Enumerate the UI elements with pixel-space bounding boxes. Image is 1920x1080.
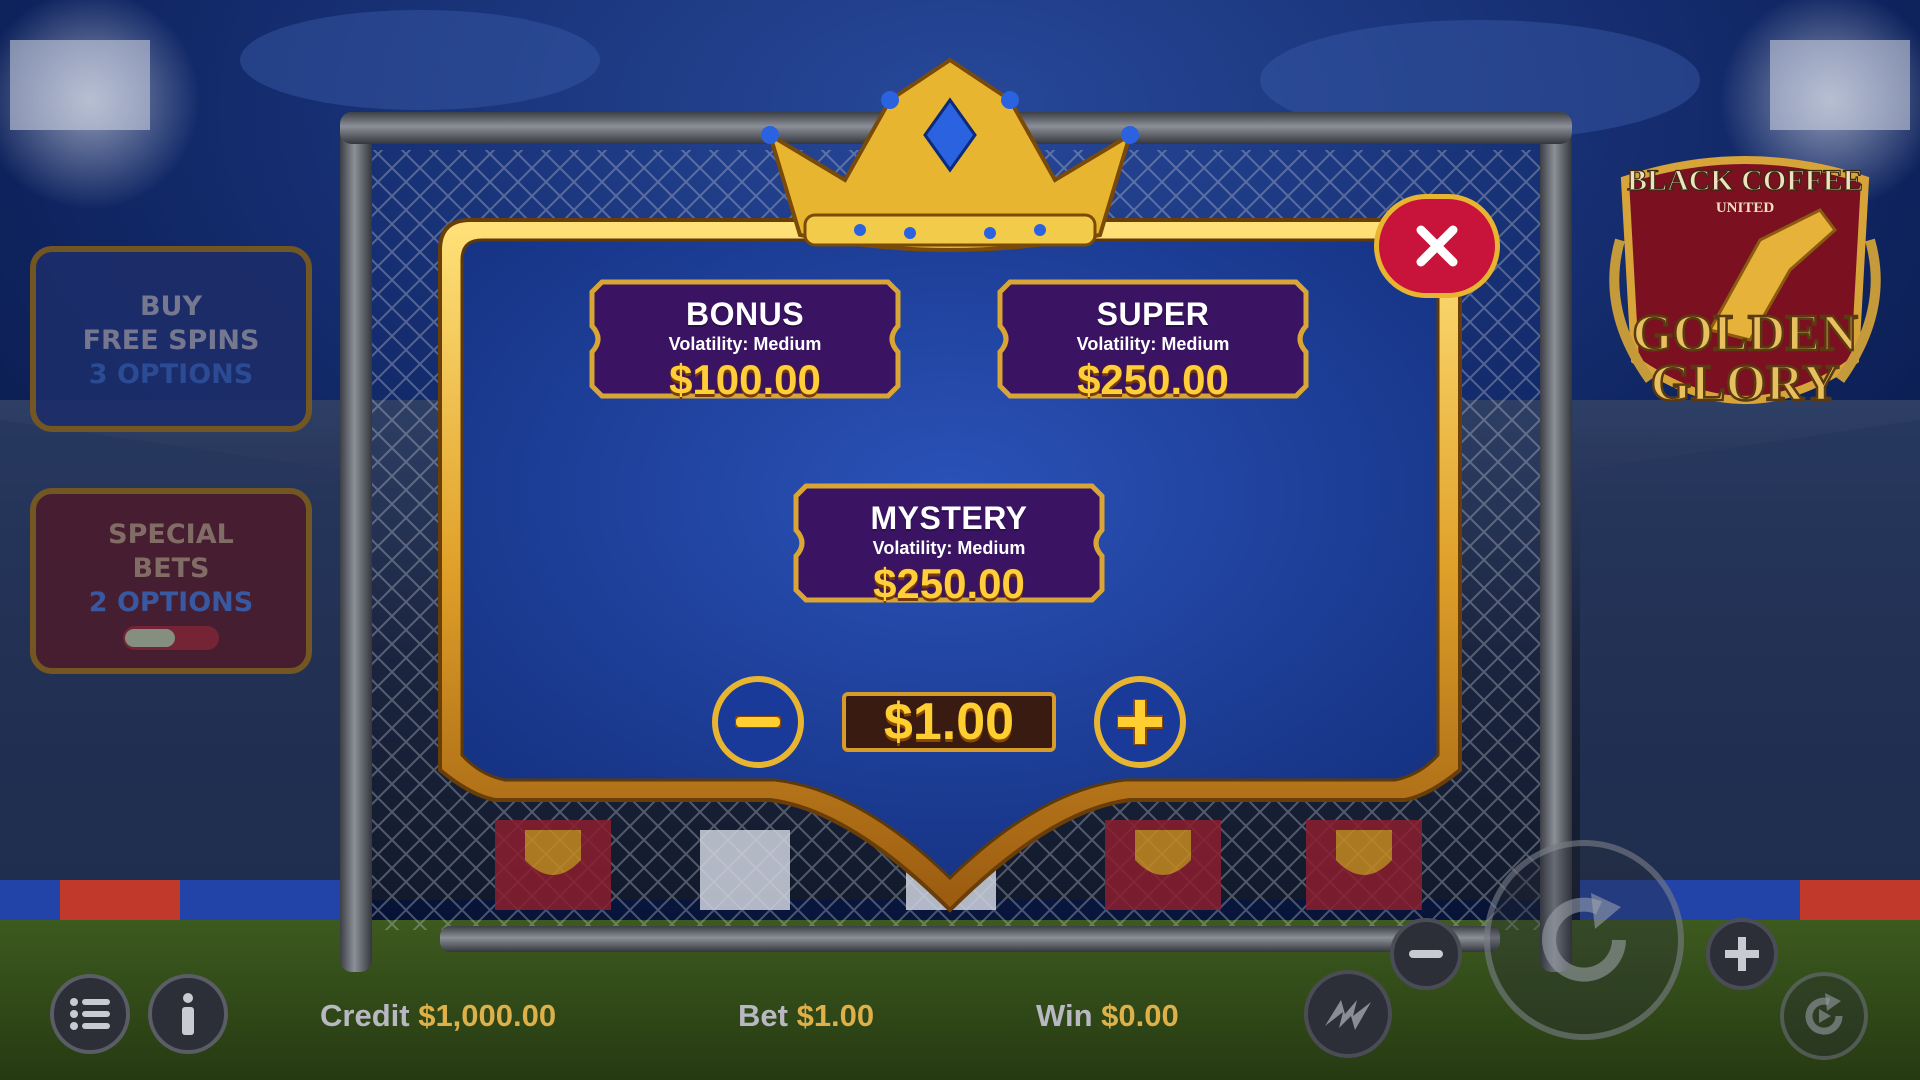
buy-panel-line2: FREE SPINS [82,325,260,356]
special-panel-line3: 2 OPTIONS [88,587,254,618]
bet-minus-icon [1409,950,1443,958]
option-card-super[interactable]: SUPER Volatility: Medium $250.00 [996,278,1310,403]
game-logo: BLACK COFFEE UNITED GOLDEN GLORY [1609,156,1881,413]
autoplay-button[interactable] [1780,972,1868,1060]
credit-value: $1,000.00 [418,998,557,1033]
minus-icon [735,716,781,728]
stake-plus-button[interactable] [1094,676,1186,768]
option-title: SUPER [1096,296,1210,332]
info-icon [182,993,194,1035]
buy-free-spins-button[interactable]: BUY FREE SPINS 3 OPTIONS [30,246,312,432]
special-panel-line2: BETS [132,553,210,584]
buy-panel-line3: 3 OPTIONS [88,359,254,390]
credit-label: Credit [320,998,410,1033]
spin-button[interactable] [1484,840,1684,1040]
option-title: BONUS [685,296,805,332]
stake-value: $1.00 [842,692,1056,752]
option-price: $100.00 [669,356,821,403]
special-bets-toggle[interactable] [123,626,219,650]
turbo-icon [1325,1000,1371,1030]
bet-label: Bet [738,998,788,1033]
option-card-bonus[interactable]: BONUS Volatility: Medium $100.00 [588,278,902,403]
logo-text-line3: GOLDEN [1632,305,1857,362]
bet-value: $1.00 [796,998,875,1033]
option-volatility: Volatility: Medium [668,334,822,354]
crown-icon [761,57,1139,252]
option-title: MYSTERY [870,500,1028,536]
option-card-mystery[interactable]: MYSTERY Volatility: Medium $250.00 [792,482,1106,607]
option-price: $250.00 [873,560,1025,607]
option-volatility: Volatility: Medium [872,538,1026,558]
option-price: $250.00 [1077,356,1229,403]
spin-icon [1542,893,1626,982]
logo-text-line1: BLACK COFFEE [1627,164,1863,197]
turbo-button[interactable] [1304,970,1392,1058]
special-bets-button[interactable]: SPECIAL BETS 2 OPTIONS [30,488,312,674]
plus-icon [1117,699,1163,745]
win-value: $0.00 [1101,998,1179,1033]
win-label: Win [1036,998,1093,1033]
logo-text-line2: UNITED [1716,200,1775,216]
credit-display: Credit $1,000.00 [320,998,556,1034]
close-button[interactable] [1374,194,1500,298]
special-panel-line1: SPECIAL [108,519,234,550]
bet-display: Bet $1.00 [738,998,874,1034]
info-button[interactable] [148,974,228,1054]
autoplay-icon [1805,993,1843,1035]
bet-minus-button[interactable] [1390,918,1462,990]
close-icon [1416,225,1458,267]
buy-panel-line1: BUY [139,291,203,322]
menu-button[interactable] [50,974,130,1054]
win-display: Win $0.00 [1036,998,1179,1034]
bet-plus-icon [1725,937,1759,971]
option-volatility: Volatility: Medium [1076,334,1230,354]
menu-icon [70,998,110,1030]
stake-minus-button[interactable] [712,676,804,768]
bet-plus-button[interactable] [1706,918,1778,990]
logo-text-line4: GLORY [1651,355,1840,412]
